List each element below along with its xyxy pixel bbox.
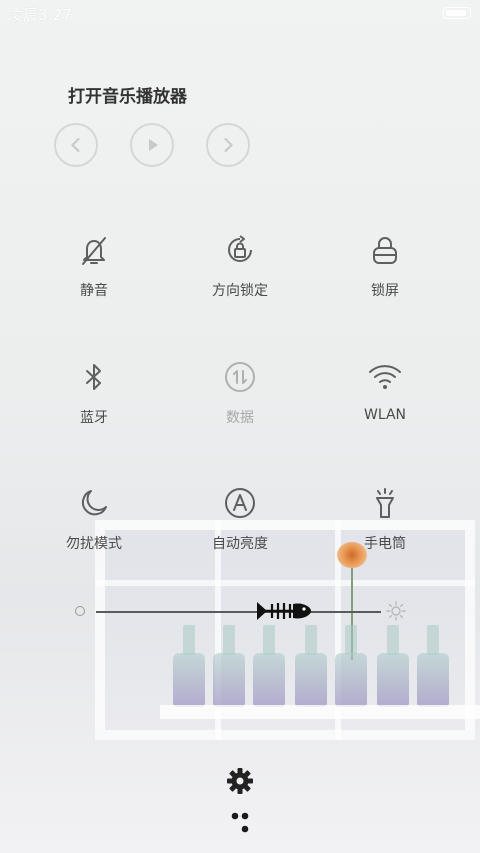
lock-icon	[367, 232, 403, 268]
toggle-label: 方向锁定	[212, 283, 268, 299]
more-button[interactable]	[226, 810, 254, 838]
music-player-link[interactable]: 打开音乐播放器	[68, 82, 187, 107]
bottle	[417, 625, 449, 707]
chevron-left-icon	[71, 137, 80, 153]
chevron-right-icon	[224, 137, 233, 153]
brightness-track[interactable]	[96, 611, 381, 613]
play-icon	[149, 139, 158, 151]
toggle-flashlight[interactable]: 手电筒	[325, 485, 445, 565]
toggle-label: WLAN	[363, 407, 406, 423]
bottle	[335, 625, 367, 707]
window-bar	[95, 580, 475, 586]
bell-off-icon	[76, 232, 112, 268]
bottle	[173, 625, 205, 707]
flashlight-icon	[367, 485, 403, 521]
brightness-slider[interactable]	[70, 598, 410, 626]
battery-level	[446, 10, 466, 16]
next-button[interactable]	[206, 123, 250, 167]
rotation-lock-icon	[222, 232, 258, 268]
settings-button[interactable]	[225, 766, 255, 796]
status-bar: 凌晨3:27	[0, 0, 480, 28]
toggle-label: 锁屏	[371, 283, 399, 299]
gear-icon	[227, 768, 253, 794]
toggle-lock-screen[interactable]: 锁屏	[325, 232, 445, 312]
toggle-rotation-lock[interactable]: 方向锁定	[180, 232, 300, 312]
brightness-high-icon	[386, 601, 406, 621]
toggle-label: 自动亮度	[212, 536, 268, 552]
status-time: 凌晨3:27	[8, 6, 72, 24]
wifi-icon	[367, 359, 403, 395]
toggle-mute[interactable]: 静音	[34, 232, 154, 312]
bottle	[377, 625, 409, 707]
battery-icon	[443, 7, 471, 19]
mobile-data-icon	[222, 359, 258, 395]
auto-brightness-icon	[222, 485, 258, 521]
fish-bone-icon[interactable]	[255, 598, 313, 624]
toggle-label: 静音	[80, 283, 108, 299]
toggle-mobile-data[interactable]: 数据	[180, 359, 300, 439]
background-window-scene	[0, 430, 480, 760]
dots-icon	[231, 812, 249, 833]
toggle-auto-brightness[interactable]: 自动亮度	[180, 485, 300, 565]
toggle-do-not-disturb[interactable]: 勿扰模式	[34, 485, 154, 565]
shelf	[160, 705, 480, 719]
toggle-label: 手电筒	[364, 536, 406, 552]
toggle-bluetooth[interactable]: 蓝牙	[34, 359, 154, 439]
brightness-low-icon	[75, 606, 85, 616]
moon-icon	[76, 485, 112, 521]
toggle-label: 数据	[226, 410, 254, 426]
toggle-wlan[interactable]: WLAN	[325, 359, 445, 439]
toggle-label: 勿扰模式	[66, 536, 122, 552]
bottle	[253, 625, 285, 707]
bottle	[213, 625, 245, 707]
play-button[interactable]	[130, 123, 174, 167]
bottle	[295, 625, 327, 707]
previous-button[interactable]	[54, 123, 98, 167]
bluetooth-icon	[76, 359, 112, 395]
toggle-label: 蓝牙	[80, 410, 108, 426]
